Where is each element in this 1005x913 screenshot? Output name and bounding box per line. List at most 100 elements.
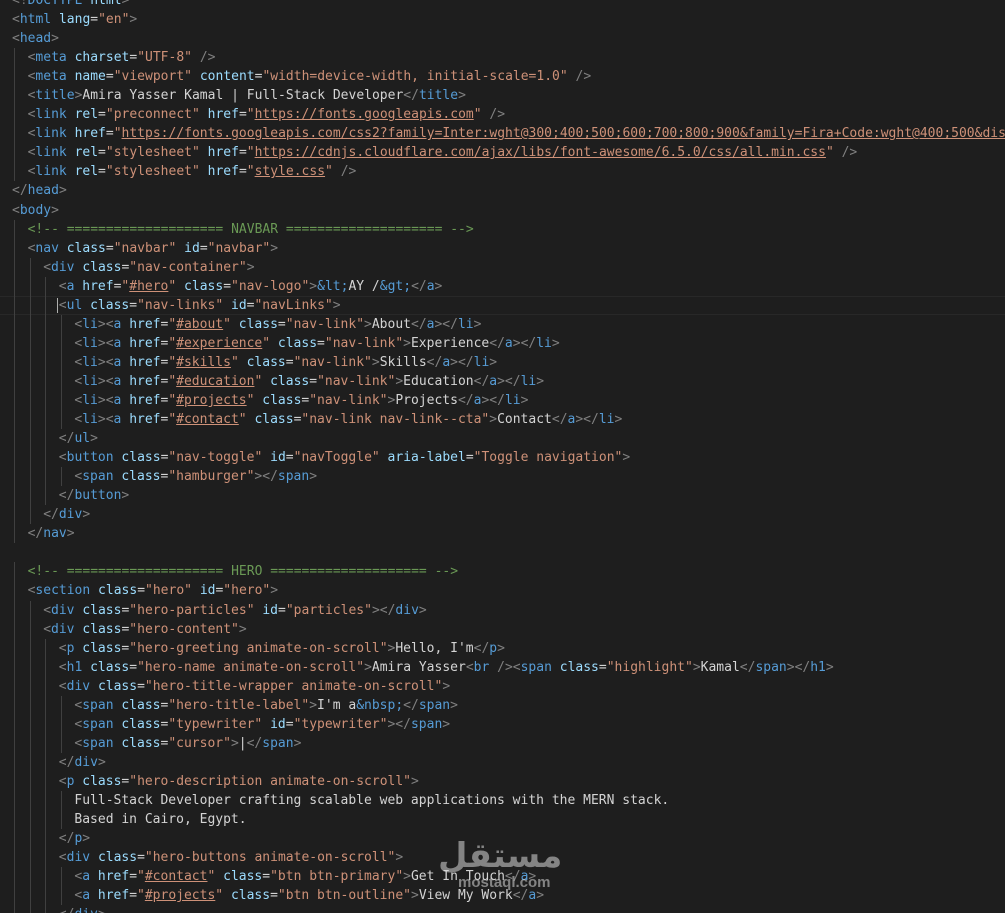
code-token[interactable]: #contact [176,412,239,427]
code-line[interactable]: </button> [0,486,1005,506]
code-line[interactable]: <link rel="stylesheet" href="https://cdn… [0,143,1005,163]
code-line[interactable]: <span class="typewriter" id="typewriter"… [0,714,1005,734]
code-line[interactable]: <li><a href="#education" class="nav-link… [0,371,1005,391]
code-token: > [129,12,138,28]
code-line[interactable]: </nav> [0,524,1005,544]
indent-guide [14,600,15,620]
code-line[interactable]: <button class="nav-toggle" id="navToggle… [0,448,1005,468]
code-line[interactable]: </head> [0,181,1005,200]
code-token[interactable]: https://fonts.googleapis.com/css2?family… [122,126,1005,141]
code-line[interactable]: <nav class="navbar" id="navbar"> [0,238,1005,258]
indent-guide [29,657,31,677]
code-line[interactable]: Based in Cairo, Egypt. [0,810,1005,830]
code-line[interactable]: </ul> [0,429,1005,449]
code-line[interactable]: </div> [0,905,1005,913]
code-token: "highlight" [606,659,693,675]
code-token: </ [58,831,75,847]
code-line[interactable]: </p> [0,829,1005,849]
code-line[interactable]: <!DOCTYPE html> [0,0,1005,10]
code-token: </ [512,888,529,904]
code-token[interactable]: #education [176,374,254,389]
code-token[interactable]: https://fonts.googleapis.com [255,107,474,122]
code-token[interactable]: #contact [145,869,208,884]
code-token: < [58,450,67,466]
code-line[interactable]: <!-- ==================== NAVBAR =======… [0,219,1005,239]
code-line[interactable]: <meta name="viewport" content="width=dev… [0,67,1005,87]
code-line[interactable]: <link rel="preconnect" href="https://fon… [0,105,1005,125]
code-token: <!-- ==================== NAVBAR =======… [27,221,474,237]
code-token: </ [504,869,521,885]
code-token[interactable]: style.css [255,164,325,179]
code-line[interactable]: <!-- ==================== HERO =========… [0,562,1005,582]
code-token: &nbsp; [356,697,404,713]
indent-guide [14,448,15,468]
code-line[interactable]: <p class="hero-description animate-on-sc… [0,771,1005,791]
code-token: ></ [786,659,811,675]
code-token: class [121,735,161,751]
code-token: </ [27,526,44,542]
code-line[interactable]: <span class="hero-title-label">I'm a&nbs… [0,695,1005,715]
code-token: < [58,297,67,313]
code-token: "typewriter" [168,716,263,732]
code-line[interactable]: <li><a href="#about" class="nav-link">Ab… [0,314,1005,334]
code-line[interactable]: <span class="hamburger"></span> [0,467,1005,487]
code-token[interactable]: #skills [176,355,231,370]
code-line[interactable]: <link href="https://fonts.googleapis.com… [0,124,1005,144]
code-line[interactable]: <head> [0,29,1005,48]
code-line[interactable]: </div> [0,505,1005,525]
code-line[interactable]: <li><a href="#skills" class="nav-link">S… [0,352,1005,372]
code-line[interactable]: <link rel="stylesheet" href="style.css" … [0,162,1005,182]
indent-guide [60,333,62,353]
indent-guide [14,314,15,334]
code-line[interactable]: <div class="hero-content"> [0,619,1005,639]
code-token[interactable]: #projects [176,393,246,408]
code-token: class [82,602,122,618]
code-line[interactable]: <body> [0,201,1005,220]
code-line[interactable]: <li><a href="#experience" class="nav-lin… [0,333,1005,353]
code-token: div [51,602,75,618]
code-editor[interactable]: <!DOCTYPE html> <html lang="en"> <head> <me… [0,0,1005,913]
code-line[interactable]: <a href="#projects" class="btn btn-outli… [0,886,1005,906]
indent-guide [29,676,31,696]
code-token: class [121,469,161,485]
code-token: = [90,12,99,28]
code-token: ></ [512,335,537,351]
code-line[interactable]: <ul class="nav-links" id="navLinks"> [0,295,1005,315]
code-line[interactable]: <html lang="en"> [0,10,1005,29]
code-line[interactable]: <p class="hero-greeting animate-on-scrol… [0,638,1005,658]
code-line[interactable]: <title>Amira Yasser Kamal | Full-Stack D… [0,86,1005,106]
code-line[interactable]: </div> [0,752,1005,772]
code-token: = [137,850,145,866]
code-token[interactable]: #experience [176,336,262,351]
indent-guide [45,410,47,430]
code-token[interactable]: #projects [145,888,215,903]
code-line[interactable]: <div class="hero-particles" id="particle… [0,600,1005,620]
code-line[interactable] [0,543,1005,562]
code-token: = [262,869,271,885]
code-line[interactable]: <section class="hero" id="hero"> [0,581,1005,601]
code-line[interactable]: <a href="#hero" class="nav-logo">&lt;AY … [0,276,1005,296]
code-line[interactable]: <li><a href="#contact" class="nav-link n… [0,410,1005,430]
code-line[interactable]: <div class="hero-title-wrapper animate-o… [0,676,1005,696]
code-token[interactable]: #about [176,317,223,332]
indent-guide [45,467,47,487]
code-line[interactable]: <a href="#contact" class="btn btn-primar… [0,867,1005,887]
code-line[interactable]: <div class="nav-container"> [0,257,1005,277]
code-line[interactable]: <meta charset="UTF-8" /> [0,48,1005,68]
code-token: class [121,450,161,466]
code-token[interactable]: https://cdnjs.cloudflare.com/ajax/libs/f… [255,145,826,160]
code-line[interactable]: <h1 class="hero-name animate-on-scroll">… [0,657,1005,677]
code-line[interactable]: <div class="hero-buttons animate-on-scro… [0,848,1005,868]
code-token: a [489,373,498,389]
code-line[interactable]: <span class="cursor">|</span> [0,733,1005,753]
code-line[interactable]: Full-Stack Developer crafting scalable w… [0,790,1005,811]
code-token: </ [411,316,427,332]
code-token[interactable]: #hero [129,279,168,294]
code-line[interactable]: <li><a href="#projects" class="nav-link"… [0,390,1005,411]
indent-guide [14,714,15,734]
